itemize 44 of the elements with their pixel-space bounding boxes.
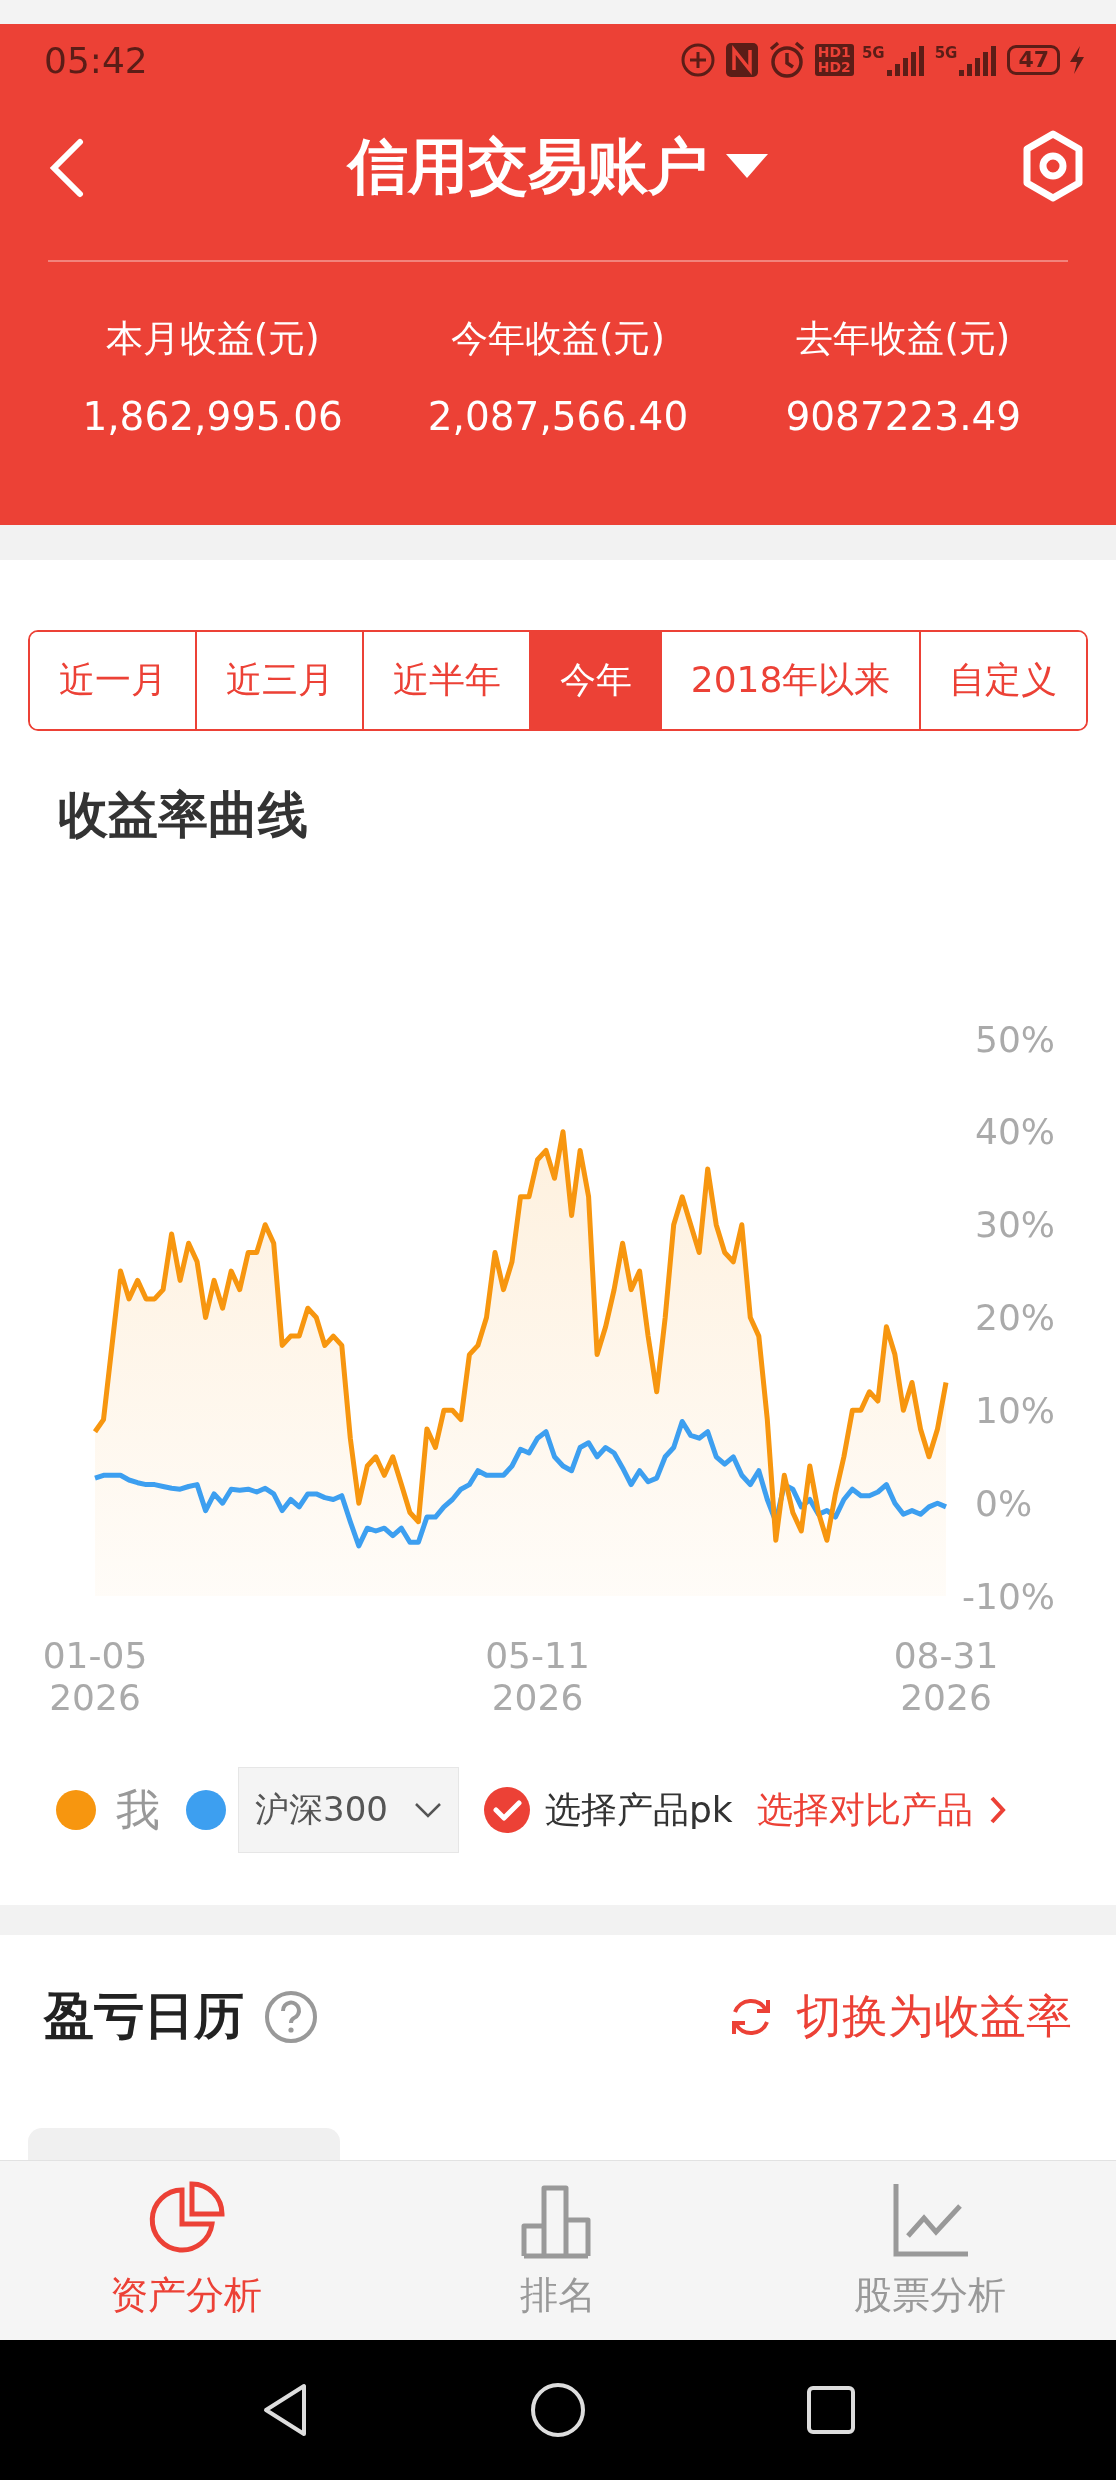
status-time: 05:42 bbox=[44, 39, 148, 81]
nav-tab[interactable]: 股票分析 bbox=[744, 2161, 1116, 2340]
chevron-down-icon bbox=[413, 1801, 442, 1819]
y-axis-label: 20% bbox=[975, 1297, 1055, 1338]
checkbox[interactable] bbox=[482, 1786, 531, 1834]
stat-value: 2,087,566.40 bbox=[427, 394, 689, 439]
y-axis-label: 10% bbox=[975, 1389, 1055, 1431]
nav-tab[interactable]: 资产分析 bbox=[0, 2161, 372, 2340]
stat-label: 去年收益(元) bbox=[796, 316, 1011, 362]
network-type: 5G bbox=[861, 44, 885, 62]
x-axis-label: 08-31 2026 bbox=[892, 1635, 1000, 1719]
x-axis-label: 01-05 2026 bbox=[41, 1635, 149, 1719]
compare-link[interactable]: 选择对比产品 bbox=[756, 1785, 1007, 1835]
nav-tab[interactable]: 排名 bbox=[372, 2161, 744, 2340]
network-type: 5G bbox=[934, 44, 958, 62]
y-axis-label: 0% bbox=[975, 1482, 1033, 1524]
x-axis-label: 05-11 2026 bbox=[484, 1635, 591, 1719]
battery-level: 47 bbox=[1007, 45, 1060, 75]
chart-title: 收益率曲线 bbox=[58, 785, 308, 846]
y-axis-label: 50% bbox=[975, 1018, 1055, 1060]
help-icon bbox=[264, 1989, 318, 2044]
legend-label: 我 bbox=[116, 1782, 160, 1837]
stat-label: 今年收益(元) bbox=[451, 316, 665, 362]
y-axis-label: -10% bbox=[962, 1575, 1055, 1617]
stat-label: 本月收益(元) bbox=[105, 316, 320, 362]
recents-square-icon bbox=[806, 2385, 856, 2435]
stat-value: 9087223.49 bbox=[785, 394, 1022, 439]
dropdown-caret-icon bbox=[726, 154, 768, 180]
chevron-right-icon bbox=[988, 1795, 1007, 1825]
stat-value: 1,862,995.06 bbox=[82, 394, 343, 439]
hd-voice-icon: HD1 HD2 bbox=[814, 44, 854, 76]
period-tab[interactable]: 自定义 bbox=[918, 632, 1086, 729]
index-dropdown[interactable]: 沪深300 bbox=[238, 1767, 459, 1853]
account-title[interactable]: 信用交易账户 bbox=[348, 126, 708, 208]
y-axis-label: 40% bbox=[975, 1111, 1055, 1153]
switch-link[interactable]: 切换为收益率 bbox=[728, 1985, 1072, 2048]
nfc-icon bbox=[724, 42, 759, 78]
pk-label: 选择产品pk bbox=[544, 1787, 733, 1832]
period-tab[interactable]: 今年 bbox=[529, 632, 661, 729]
y-axis-label: 30% bbox=[975, 1204, 1055, 1246]
signal-icon bbox=[886, 44, 927, 76]
charging-icon bbox=[1068, 45, 1086, 75]
section-title: 盈亏日历 bbox=[44, 1986, 244, 2047]
home-circle-icon bbox=[530, 2382, 586, 2438]
